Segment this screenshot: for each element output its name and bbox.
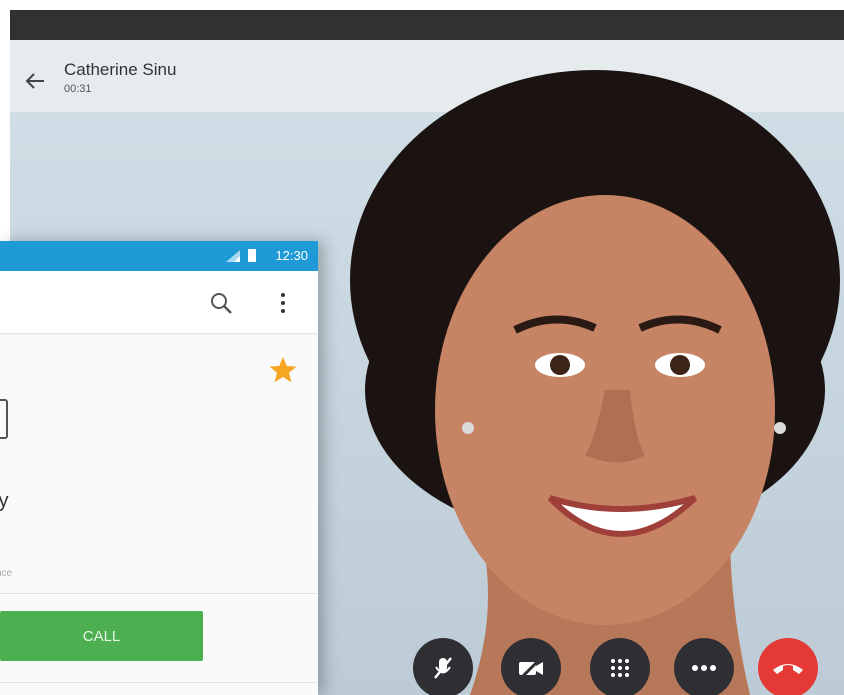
end-call-button[interactable]	[758, 638, 818, 695]
remote-video-feed	[350, 70, 840, 695]
divider	[0, 593, 318, 594]
avatar	[0, 399, 8, 439]
dialpad-button[interactable]	[590, 638, 650, 695]
search-icon[interactable]	[208, 290, 234, 316]
call-timer: 00:31	[64, 83, 92, 95]
mute-button[interactable]	[413, 638, 473, 695]
end-call-icon	[773, 664, 803, 674]
battery-icon	[248, 249, 256, 262]
more-horizontal-icon	[692, 665, 716, 671]
call-contact-name: Catherine Sinu	[64, 60, 177, 79]
divider	[0, 682, 318, 683]
mic-off-icon	[434, 657, 452, 679]
overflow-menu-icon[interactable]	[278, 290, 288, 318]
contact-name-partial: ly	[0, 490, 9, 512]
dialpad-icon	[611, 659, 629, 677]
video-toggle-button[interactable]	[501, 638, 561, 695]
app-bar	[0, 271, 318, 333]
more-options-button[interactable]	[674, 638, 734, 695]
status-time: 12:30	[275, 248, 308, 263]
video-off-icon	[518, 655, 544, 681]
status-bar: 12:30	[0, 241, 318, 271]
contact-details-screen: 12:30 ly nce CALL	[0, 241, 318, 695]
favorite-star-icon[interactable]	[268, 355, 298, 385]
back-arrow-icon[interactable]	[24, 70, 46, 92]
signal-icon	[226, 250, 240, 262]
call-button[interactable]: CALL	[0, 611, 203, 661]
contact-subtitle-partial: nce	[0, 568, 13, 579]
